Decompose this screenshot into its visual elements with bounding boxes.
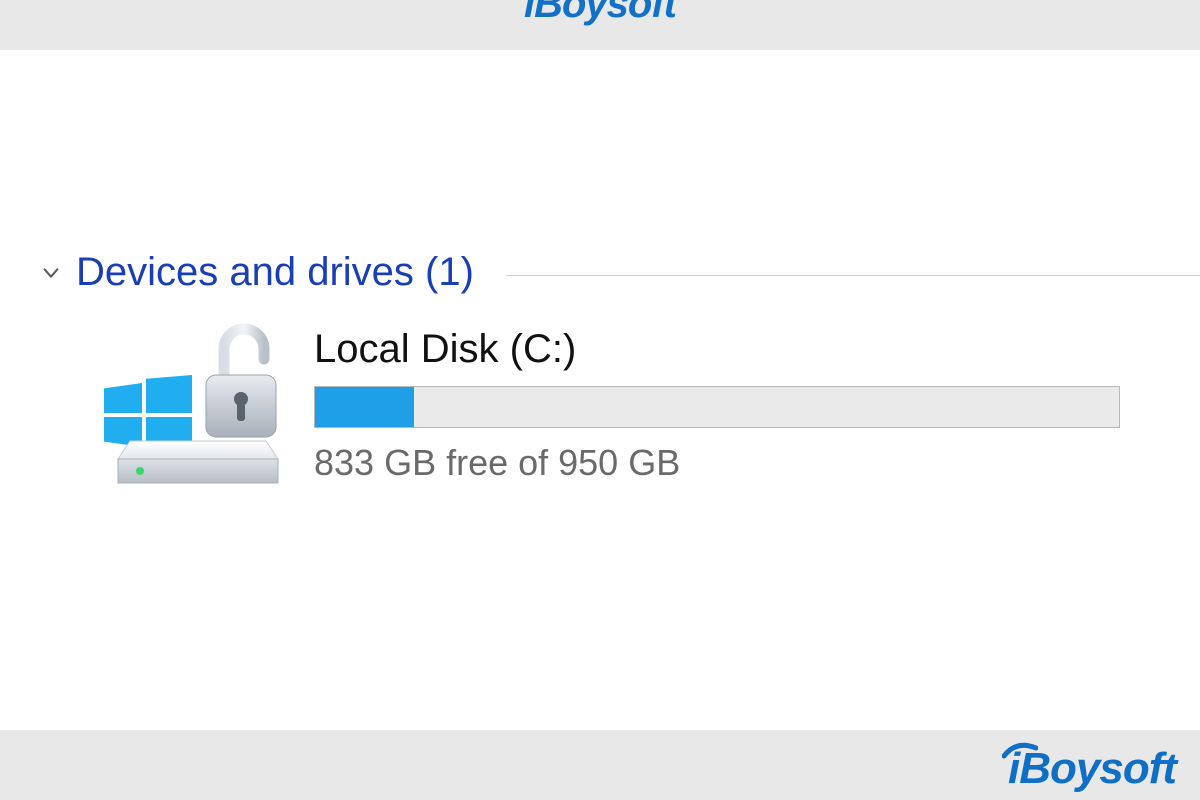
capacity-bar-fill [315, 387, 414, 427]
section-title: Devices and drives (1) [76, 250, 474, 295]
capacity-bar [314, 386, 1120, 428]
capacity-free-text: 833 GB free of 950 GB [314, 442, 1120, 484]
hard-drive-icon [116, 439, 280, 489]
section-header-devices-and-drives[interactable]: Devices and drives (1) [40, 250, 1200, 295]
brand-swoosh-icon [1002, 742, 1038, 760]
drive-info: Local Disk (C:) 833 GB free of 950 GB [314, 327, 1200, 484]
brand-watermark: iBoysoft [1008, 744, 1176, 794]
explorer-this-pc-panel: Devices and drives (1) [0, 50, 1200, 730]
unlocked-padlock-icon [198, 319, 284, 449]
drive-icon [102, 327, 292, 497]
brand-logo-top-fragment: iBoysoft [524, 0, 676, 27]
drive-item-local-disk-c[interactable]: Local Disk (C:) 833 GB free of 950 GB [102, 327, 1200, 497]
top-banner: iBoysoft [0, 0, 1200, 30]
chevron-down-icon[interactable] [40, 262, 62, 284]
section-divider [506, 275, 1200, 276]
brand-logo-text: iBoysoft [1008, 744, 1176, 794]
drive-name-label: Local Disk (C:) [314, 327, 1120, 372]
